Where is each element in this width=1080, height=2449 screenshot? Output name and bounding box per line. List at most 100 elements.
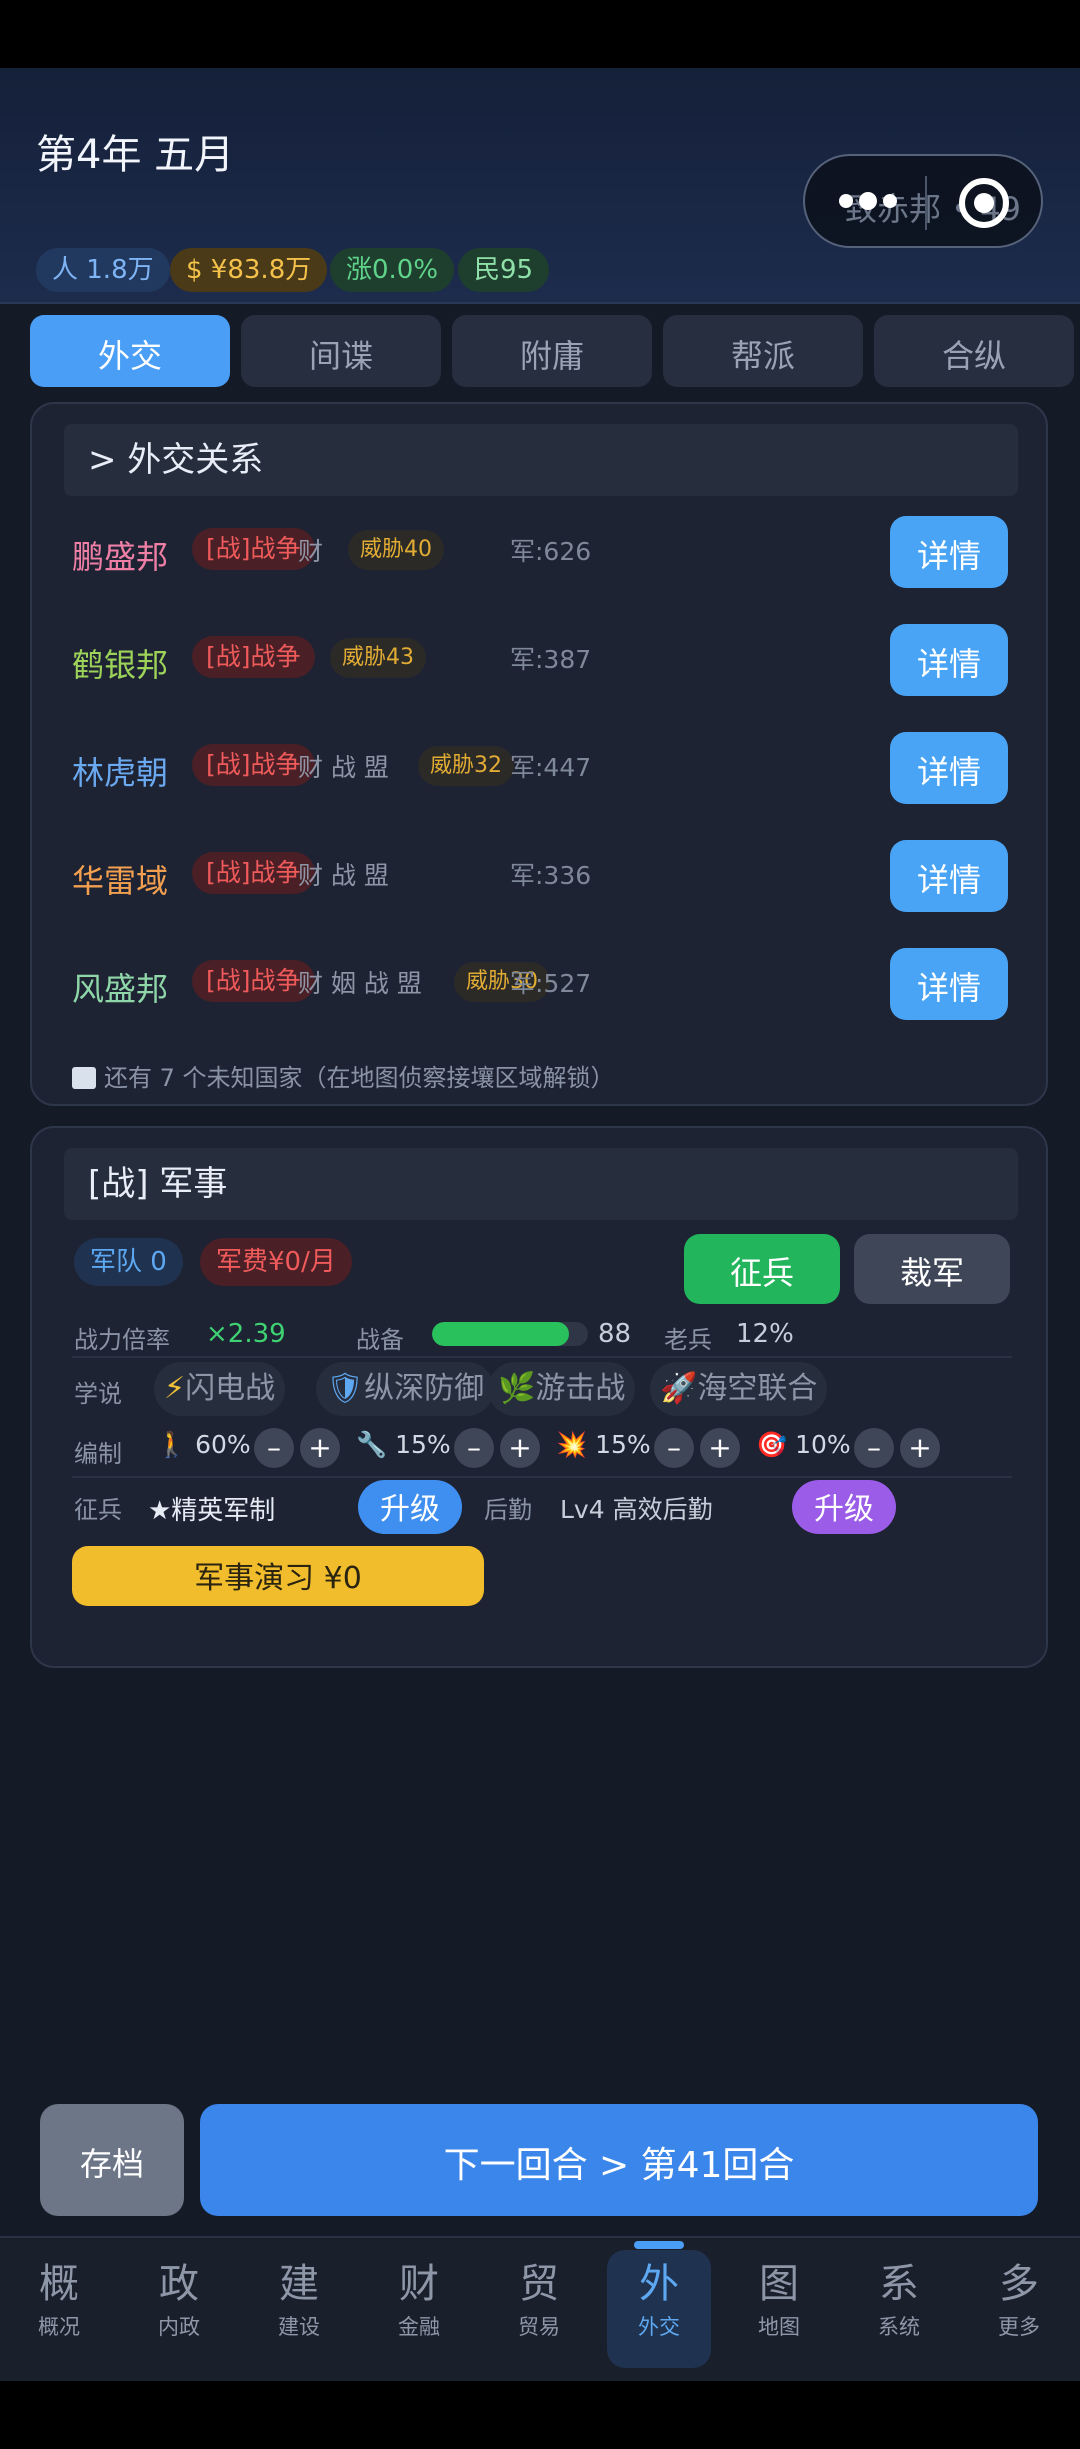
doctrine-defense[interactable]: 🛡纵深防御 — [316, 1362, 495, 1416]
wrench-icon: 🔧 — [356, 1430, 388, 1459]
country-name[interactable]: 林虎朝 — [72, 748, 168, 794]
nav-label: 外交 — [638, 2315, 680, 2339]
formation-label: 编制 — [74, 1440, 122, 1468]
power-label: 战力倍率 — [74, 1326, 170, 1354]
build-icon: 建 — [279, 2261, 319, 2307]
more-icon: 多 — [999, 2261, 1039, 2307]
system-icon: 系 — [879, 2261, 919, 2307]
readiness-bar — [432, 1322, 588, 1346]
engineer-plus-button[interactable]: + — [500, 1428, 540, 1468]
detail-button[interactable]: 详情 — [890, 732, 1008, 804]
doctrine-label-text: 闪电战 — [185, 1371, 276, 1406]
doctrine-label: 学说 — [74, 1380, 122, 1408]
nav-label: 地图 — [758, 2315, 800, 2339]
diplomacy-card: > 外交关系 鹏盛邦 [战]战争 财 威胁40 军:626 详情 鹤银邦 [战]… — [30, 402, 1048, 1106]
detail-button[interactable]: 详情 — [890, 516, 1008, 588]
doctrine-label-text: 海空联合 — [697, 1371, 818, 1406]
unknown-countries-text: 还有 7 个未知国家（在地图侦察接壤区域解锁） — [104, 1064, 615, 1092]
nav-finance[interactable]: 财金融 — [367, 2250, 471, 2368]
detail-button[interactable]: 详情 — [890, 948, 1008, 1020]
lightning-icon: ⚡ — [164, 1371, 186, 1406]
country-name[interactable]: 华雷域 — [72, 856, 168, 902]
divider — [72, 1476, 1012, 1478]
finance-icon: 财 — [399, 2261, 439, 2307]
special-plus-button[interactable]: + — [900, 1428, 940, 1468]
infantry-minus-button[interactable]: – — [254, 1428, 294, 1468]
save-button[interactable]: 存档 — [40, 2104, 184, 2216]
special-share: 🎯 10% — [756, 1430, 851, 1460]
next-turn-button[interactable]: 下一回合 > 第41回合 — [200, 2104, 1038, 2216]
tab-alliance[interactable]: 合纵 — [874, 315, 1074, 387]
nav-system[interactable]: 系系统 — [847, 2250, 951, 2368]
detail-button[interactable]: 详情 — [890, 840, 1008, 912]
military-drill-button[interactable]: 军事演习 ¥0 — [72, 1546, 484, 1606]
tab-gang[interactable]: 帮派 — [663, 315, 863, 387]
nav-map[interactable]: 图地图 — [727, 2250, 831, 2368]
disarm-button[interactable]: 裁军 — [854, 1234, 1010, 1304]
fog-icon — [72, 1067, 96, 1089]
country-row: 华雷域 [战]战争 财 战 盟 军:336 详情 — [32, 834, 1050, 924]
explosion-icon: 💥 — [556, 1430, 588, 1459]
military-card-title: [战] 军事 — [64, 1148, 1018, 1220]
system-nav-bar — [0, 2381, 1080, 2449]
readiness-value: 88 — [598, 1319, 632, 1349]
relation-tags: 财 战 盟 — [298, 861, 389, 890]
army-count: 军:336 — [510, 861, 592, 890]
infantry-pct: 60% — [195, 1430, 251, 1459]
country-name[interactable]: 鹏盛邦 — [72, 532, 168, 578]
doctrine-air-sea[interactable]: 🚀海空联合 — [650, 1362, 828, 1416]
engineer-pct: 15% — [395, 1430, 451, 1459]
more-dots-icon[interactable] — [839, 192, 897, 210]
nav-more[interactable]: 多更多 — [967, 2250, 1071, 2368]
relation-tags: 财 姻 战 盟 — [298, 969, 422, 998]
doctrine-guerrilla[interactable]: 🌿游击战 — [488, 1362, 636, 1416]
tab-vassal[interactable]: 附庸 — [452, 315, 652, 387]
detail-button[interactable]: 详情 — [890, 624, 1008, 696]
nav-trade[interactable]: 贸贸易 — [487, 2250, 591, 2368]
engineer-minus-button[interactable]: – — [454, 1428, 494, 1468]
country-name[interactable]: 风盛邦 — [72, 964, 168, 1010]
nav-label: 建设 — [278, 2315, 320, 2339]
tab-bar: 外交 间谍 附庸 帮派 合纵 — [30, 315, 1080, 387]
artillery-plus-button[interactable]: + — [700, 1428, 740, 1468]
country-row: 鹏盛邦 [战]战争 财 威胁40 军:626 详情 — [32, 510, 1050, 600]
special-pct: 10% — [795, 1430, 851, 1459]
engineer-share: 🔧 15% — [356, 1430, 451, 1460]
trade-icon: 贸 — [519, 2261, 559, 2307]
threat-badge: 威胁32 — [418, 746, 514, 786]
nav-label: 内政 — [158, 2315, 200, 2339]
infantry-plus-button[interactable]: + — [300, 1428, 340, 1468]
doctrine-label-text: 纵深防御 — [364, 1371, 485, 1406]
special-minus-button[interactable]: – — [854, 1428, 894, 1468]
capsule-divider — [925, 176, 927, 230]
country-name[interactable]: 鹤银邦 — [72, 640, 168, 686]
nav-build[interactable]: 建建设 — [247, 2250, 351, 2368]
readiness-label: 战备 — [356, 1326, 404, 1354]
draft-button[interactable]: 征兵 — [684, 1234, 840, 1304]
nav-overview[interactable]: 概概况 — [7, 2250, 111, 2368]
nav-diplomacy[interactable]: 外外交 — [607, 2250, 711, 2368]
rocket-icon: 🚀 — [660, 1371, 698, 1406]
logistics-label: 后勤 — [484, 1496, 532, 1524]
doctrine-blitz[interactable]: ⚡闪电战 — [154, 1362, 286, 1416]
close-target-icon[interactable] — [959, 178, 1009, 228]
nav-label: 贸易 — [518, 2315, 560, 2339]
threat-badge: 威胁43 — [330, 638, 426, 678]
status-bar — [0, 0, 1080, 68]
conscription-value: ★精英军制 — [148, 1496, 276, 1526]
tab-espionage[interactable]: 间谍 — [241, 315, 441, 387]
veteran-label: 老兵 — [664, 1326, 712, 1354]
relation-tags: 财 战 盟 — [298, 753, 389, 782]
nav-domestic[interactable]: 政内政 — [127, 2250, 231, 2368]
mini-program-capsule[interactable]: 致赤邦 • 49 — [803, 154, 1043, 248]
tab-diplomacy[interactable]: 外交 — [30, 315, 230, 387]
page-title: 第4年 五月 — [36, 132, 235, 178]
people-badge: 民95 — [458, 248, 550, 292]
upgrade-conscription-button[interactable]: 升级 — [358, 1480, 462, 1534]
artillery-minus-button[interactable]: – — [654, 1428, 694, 1468]
money-badge: $ ¥83.8万 — [170, 248, 328, 292]
target-icon: 🎯 — [756, 1430, 788, 1459]
upgrade-logistics-button[interactable]: 升级 — [792, 1480, 896, 1534]
artillery-pct: 15% — [595, 1430, 651, 1459]
divider — [72, 1356, 1012, 1358]
